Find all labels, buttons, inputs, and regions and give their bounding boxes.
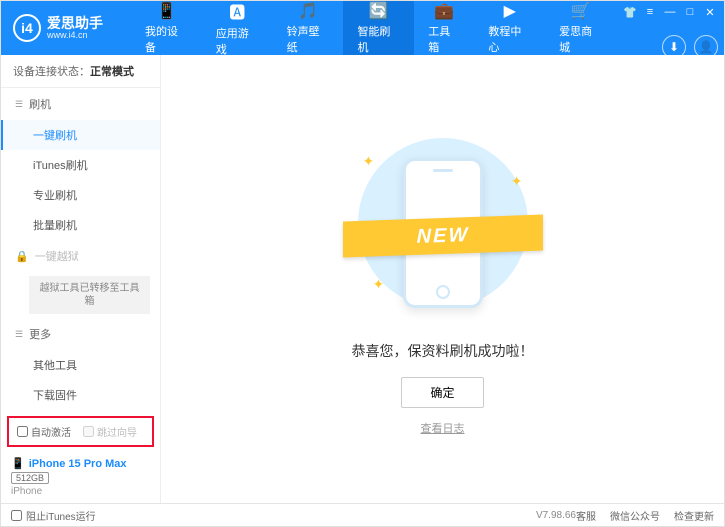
toolbox-icon: 💼	[434, 1, 454, 21]
device-info: 📱iPhone 15 Pro Max 512GB iPhone	[1, 451, 160, 503]
main-nav: 📱我的设备 🅰应用游戏 🎵铃声壁纸 🔄智能刷机 💼工具箱 ▶教程中心 🛒爱思商城	[131, 1, 616, 55]
app-subtitle: www.i4.cn	[47, 30, 103, 41]
sparkle-icon: ✦	[373, 276, 385, 293]
cart-icon: 🛒	[571, 1, 591, 21]
header-bar: i4 爱思助手 www.i4.cn 📱我的设备 🅰应用游戏 🎵铃声壁纸 🔄智能刷…	[1, 1, 724, 55]
nav-my-device[interactable]: 📱我的设备	[131, 1, 202, 55]
success-illustration: NEW ✦ ✦ ✦	[353, 123, 533, 323]
sparkle-icon: ✦	[363, 153, 375, 170]
sidebar-item-other-tools[interactable]: 其他工具	[1, 350, 160, 380]
nav-toolbox[interactable]: 💼工具箱	[414, 1, 474, 55]
sidebar-section-more[interactable]: ☰更多	[1, 318, 160, 350]
checkbox-block-itunes[interactable]: 阻止iTunes运行	[11, 508, 446, 523]
sidebar-item-download-firmware[interactable]: 下载固件	[1, 380, 160, 410]
footer-link-wechat[interactable]: 微信公众号	[610, 508, 660, 523]
sidebar-item-batch-flash[interactable]: 批量刷机	[1, 210, 160, 240]
device-name[interactable]: 📱iPhone 15 Pro Max	[11, 457, 150, 470]
footer-link-support[interactable]: 客服	[576, 508, 596, 523]
nav-smart-flash[interactable]: 🔄智能刷机	[343, 1, 414, 55]
chevron-icon: ☰	[15, 99, 23, 110]
sidebar: 设备连接状态：正常模式 ☰刷机 一键刷机 iTunes刷机 专业刷机 批量刷机 …	[1, 55, 161, 503]
storage-badge: 512GB	[11, 472, 49, 484]
checkbox-skip-guide[interactable]: 跳过向导	[83, 424, 137, 439]
maximize-button[interactable]: □	[682, 5, 698, 19]
sidebar-section-jailbreak[interactable]: 🔒一键越狱	[1, 240, 160, 272]
minimize-button[interactable]: —	[662, 5, 678, 19]
menu-button[interactable]: ≡	[642, 5, 658, 19]
close-button[interactable]: ✕	[702, 5, 718, 19]
skin-button[interactable]: 👕	[622, 5, 638, 19]
app-title: 爱思助手	[47, 16, 103, 30]
sidebar-section-flash[interactable]: ☰刷机	[1, 88, 160, 120]
nav-store[interactable]: 🛒爱思商城	[545, 1, 616, 55]
apps-icon: 🅰	[229, 0, 245, 23]
version-label: V7.98.66	[536, 510, 576, 521]
ok-button[interactable]: 确定	[401, 377, 483, 408]
logo-area: i4 爱思助手 www.i4.cn	[1, 1, 131, 55]
logo-icon: i4	[13, 14, 41, 42]
footer-bar: 阻止iTunes运行 V7.98.66 客服 微信公众号 检查更新	[1, 503, 724, 527]
success-message: 恭喜您，保资料刷机成功啦！	[352, 341, 534, 361]
play-icon: ▶	[504, 1, 516, 21]
nav-apps-games[interactable]: 🅰应用游戏	[202, 1, 273, 55]
sidebar-item-pro-flash[interactable]: 专业刷机	[1, 180, 160, 210]
sidebar-item-itunes-flash[interactable]: iTunes刷机	[1, 150, 160, 180]
chevron-icon: ☰	[15, 329, 23, 340]
view-log-link[interactable]: 查看日志	[421, 420, 465, 436]
window-controls: 👕 ≡ — □ ✕	[616, 1, 724, 23]
music-icon: 🎵	[298, 1, 318, 21]
sidebar-item-oneclick-flash[interactable]: 一键刷机	[1, 120, 160, 150]
flash-icon: 🔄	[369, 1, 389, 21]
highlight-box: 自动激活 跳过向导	[7, 416, 154, 447]
main-content: NEW ✦ ✦ ✦ 恭喜您，保资料刷机成功啦！ 确定 查看日志	[161, 55, 724, 503]
sparkle-icon: ✦	[511, 173, 523, 190]
device-type: iPhone	[11, 486, 150, 497]
checkbox-auto-activate[interactable]: 自动激活	[17, 424, 71, 439]
nav-tutorials[interactable]: ▶教程中心	[474, 1, 545, 55]
footer-link-update[interactable]: 检查更新	[674, 508, 714, 523]
connection-status: 设备连接状态：正常模式	[1, 55, 160, 88]
sidebar-jailbreak-note: 越狱工具已转移至工具箱	[29, 276, 150, 314]
lock-icon: 🔒	[15, 250, 29, 263]
phone-icon: 📱	[156, 1, 176, 21]
sidebar-item-advanced[interactable]: 高级功能	[1, 410, 160, 412]
phone-small-icon: 📱	[11, 457, 25, 470]
nav-ringtones[interactable]: 🎵铃声壁纸	[273, 1, 344, 55]
new-ribbon: NEW	[343, 214, 543, 257]
